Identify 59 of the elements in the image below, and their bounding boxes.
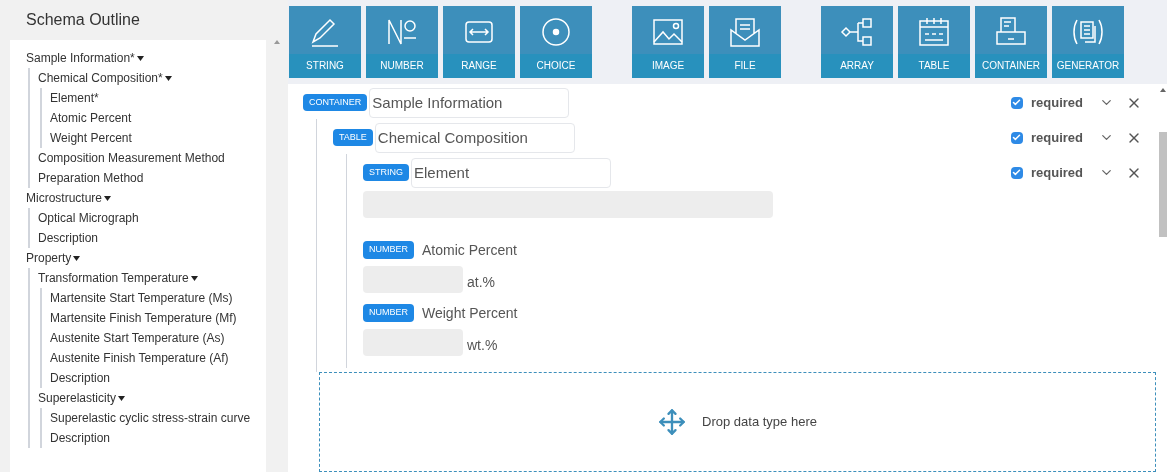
toolbox-button[interactable]: NUMBER xyxy=(366,6,438,78)
type-badge: STRING xyxy=(363,163,409,182)
tree-item[interactable]: Austenite Start Temperature (As) xyxy=(50,328,225,348)
toolbox-button[interactable]: STRING xyxy=(289,6,361,78)
move-icon xyxy=(658,408,687,436)
field-name: Atomic Percent xyxy=(422,240,517,260)
caret-icon[interactable] xyxy=(104,195,111,201)
tree-item[interactable]: Microstructure xyxy=(26,188,102,208)
scroll-up-icon[interactable] xyxy=(1159,88,1166,92)
panel-title: Schema Outline xyxy=(25,10,141,30)
tree-item[interactable]: Composition Measurement Method xyxy=(38,148,225,168)
tree-item[interactable]: Austenite Finish Temperature (Af) xyxy=(50,348,229,368)
drop-zone[interactable]: Drop data type here xyxy=(319,372,1156,472)
toolbox-button[interactable]: FILE xyxy=(709,6,781,78)
tree-item[interactable]: Chemical Composition* xyxy=(38,68,163,88)
field-name-input[interactable]: Element xyxy=(411,157,611,188)
tree-item[interactable]: Sample Information* xyxy=(26,48,135,68)
toolbox-button[interactable]: ARRAY xyxy=(821,6,893,78)
toolbox-button[interactable]: RANGE xyxy=(443,6,515,78)
tree-item[interactable]: Atomic Percent xyxy=(50,108,132,128)
scrollbar-thumb[interactable] xyxy=(1158,132,1167,237)
tree-item[interactable]: Martensite Start Temperature (Ms) xyxy=(50,288,233,308)
unit-label: wt.% xyxy=(467,336,498,355)
tree-item[interactable]: Weight Percent xyxy=(50,128,132,148)
required-label: required xyxy=(1031,163,1083,182)
field-name-input[interactable]: Chemical Composition xyxy=(374,122,575,153)
type-badge: CONTAINER xyxy=(303,93,368,112)
tree-item[interactable]: Description xyxy=(50,368,111,388)
tree-item[interactable]: Preparation Method xyxy=(38,168,144,188)
unit-label: at.% xyxy=(467,273,495,292)
type-badge: NUMBER xyxy=(363,241,414,259)
tree-item[interactable]: Superelastic cyclic stress-strain curve xyxy=(50,408,251,428)
required-checkbox[interactable] xyxy=(1011,96,1023,109)
caret-icon[interactable] xyxy=(73,255,81,261)
type-badge: TABLE xyxy=(333,128,373,147)
tree-item[interactable]: Description xyxy=(38,228,99,248)
tree-item[interactable]: Transformation Temperature xyxy=(38,268,189,288)
required-label: required xyxy=(1031,93,1083,112)
required-checkbox[interactable] xyxy=(1011,166,1023,179)
toolbox-button[interactable]: IMAGE xyxy=(632,6,704,78)
toolbox-button[interactable]: GENERATOR xyxy=(1052,6,1124,78)
toolbox-button[interactable]: CHOICE xyxy=(520,6,592,78)
required-label: required xyxy=(1031,128,1083,147)
field-name: Weight Percent xyxy=(422,303,518,323)
type-badge: NUMBER xyxy=(363,304,414,322)
required-checkbox[interactable] xyxy=(1011,131,1023,144)
tree-item[interactable]: Property xyxy=(26,248,72,268)
tree-item[interactable]: Description xyxy=(50,428,111,448)
tree-item[interactable]: Element* xyxy=(50,88,99,108)
field-name-input[interactable]: Sample Information xyxy=(369,87,570,118)
caret-icon[interactable] xyxy=(136,55,144,61)
tree-item[interactable]: Martensite Finish Temperature (Mf) xyxy=(50,308,237,328)
toolbox-button[interactable]: TABLE xyxy=(898,6,970,78)
toolbox-button[interactable]: CONTAINER xyxy=(975,6,1047,78)
tree-item[interactable]: Optical Micrograph xyxy=(38,208,139,228)
caret-icon[interactable] xyxy=(164,75,172,81)
tree-item[interactable]: Superelasticity xyxy=(38,388,117,408)
caret-icon[interactable] xyxy=(118,395,126,401)
caret-icon[interactable] xyxy=(190,275,198,281)
